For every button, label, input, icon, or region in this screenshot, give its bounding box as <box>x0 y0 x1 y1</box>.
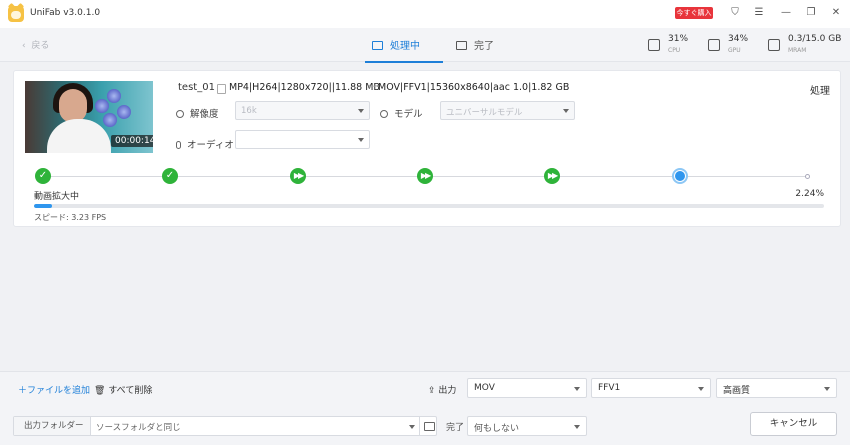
codec-value: FFV1 <box>598 383 621 393</box>
gpu-icon <box>708 39 720 51</box>
cancel-button[interactable]: キャンセル <box>750 412 837 436</box>
app-title: UniFab v3.0.1.0 <box>30 8 101 18</box>
microphone-icon <box>176 141 181 149</box>
active-tab-indicator <box>365 61 443 63</box>
output-label-text: 出力 <box>438 386 457 396</box>
video-thumbnail[interactable]: 00:00:14 <box>25 81 153 153</box>
shirt-icon[interactable]: ⛉ <box>728 6 742 20</box>
tab-completed-label: 完了 <box>474 41 494 52</box>
app-logo-icon <box>8 6 24 22</box>
step-fast-forward-icon: ▶▶ <box>290 168 306 184</box>
gpu-value: 34% <box>728 34 749 44</box>
format-value: MOV <box>474 383 495 393</box>
chevron-down-icon <box>574 387 580 391</box>
target-info: MOV|FFV1|15360x8640|aac 1.0|1.82 GB <box>378 82 570 93</box>
model-select[interactable]: ユニバーサルモデル <box>440 101 575 120</box>
quality-value: 高画質 <box>723 386 751 396</box>
step-end-icon <box>805 174 810 179</box>
after-done-select[interactable]: 何もしない <box>467 416 587 436</box>
file-name: test_01 <box>178 82 215 93</box>
buy-now-button[interactable]: 今すぐ購入 <box>675 7 713 19</box>
process-label: 処理 <box>810 86 830 97</box>
output-folder-label: 出力フォルダー <box>14 417 91 435</box>
cpu-icon <box>648 39 660 51</box>
resolution-select[interactable]: 16k <box>235 101 370 120</box>
step-current-icon <box>672 168 688 184</box>
trash-icon: 🗑 <box>94 386 106 396</box>
after-done-label: 完了 <box>446 423 465 433</box>
resolution-label-text: 解像度 <box>190 109 219 120</box>
cpu-label: CPU <box>668 47 681 54</box>
model-label-text: モデル <box>394 109 423 120</box>
chevron-down-icon <box>698 387 704 391</box>
cpu-value: 31% <box>668 34 689 44</box>
chevron-down-icon <box>824 387 830 391</box>
chevron-down-icon <box>574 425 580 429</box>
export-icon: ⇪ <box>428 386 436 396</box>
folder-icon[interactable] <box>419 417 437 435</box>
format-select[interactable]: MOV <box>467 378 587 398</box>
memory-icon <box>768 39 780 51</box>
codec-select[interactable]: FFV1 <box>591 378 711 398</box>
restore-icon[interactable]: ❐ <box>804 6 818 20</box>
menu-icon[interactable]: ☰ <box>752 6 766 20</box>
step-fast-forward-icon: ▶▶ <box>417 168 433 184</box>
back-label: 戻る <box>31 41 50 51</box>
tab-completed[interactable]: 完了 <box>456 37 494 52</box>
output-folder-value: ソースフォルダと同じ <box>96 423 181 433</box>
source-info: MP4|H264|1280x720||11.88 MB <box>229 82 380 93</box>
resolution-icon <box>176 110 184 118</box>
after-done-value: 何もしない <box>474 424 520 434</box>
tab-processing-label: 処理中 <box>390 41 420 52</box>
nav-bar: ‹ 戻る 処理中 完了 31% CPU 34% GPU 0.3/15.0 GB … <box>0 28 850 63</box>
chevron-down-icon[interactable] <box>409 425 415 429</box>
resolution-label: 解像度 <box>176 106 219 120</box>
step-check-icon: ✓ <box>35 168 51 184</box>
thumbnail-timecode: 00:00:14 <box>111 135 153 147</box>
chevron-down-icon <box>563 109 569 113</box>
chevron-down-icon <box>358 138 364 142</box>
file-icon <box>217 84 226 94</box>
model-label: モデル <box>380 106 423 120</box>
tab-processing[interactable]: 処理中 <box>372 37 420 52</box>
progress-bar <box>34 204 824 208</box>
output-folder-field[interactable]: 出力フォルダー ソースフォルダと同じ <box>13 416 437 436</box>
processing-icon <box>372 41 383 50</box>
output-label: ⇪ 出力 <box>428 383 456 396</box>
add-file-button[interactable]: ＋ファイルを追加 <box>18 383 90 396</box>
model-icon <box>380 110 388 118</box>
task-card: 00:00:14 test_01 MP4|H264|1280x720||11.8… <box>13 70 841 227</box>
title-bar: UniFab v3.0.1.0 今すぐ購入 ⛉ ☰ — ❐ ✕ <box>0 0 850 28</box>
memory-label: MRAM <box>788 47 807 54</box>
bottom-bar: ＋ファイルを追加 🗑 すべて削除 ⇪ 出力 MOV FFV1 高画質 出力フォル… <box>0 371 850 445</box>
resolution-value: 16k <box>241 106 257 116</box>
speed-label: スピード: 3.23 FPS <box>34 213 107 222</box>
step-fast-forward-icon: ▶▶ <box>544 168 560 184</box>
chevron-down-icon <box>358 109 364 113</box>
memory-value: 0.3/15.0 GB <box>788 34 842 44</box>
back-button[interactable]: ‹ 戻る <box>22 38 49 51</box>
audio-select[interactable] <box>235 130 370 149</box>
model-value: ユニバーサルモデル <box>446 108 523 118</box>
step-check-icon: ✓ <box>162 168 178 184</box>
close-icon[interactable]: ✕ <box>829 6 843 20</box>
delete-all-button[interactable]: 🗑 すべて削除 <box>94 383 152 396</box>
minimize-icon[interactable]: — <box>779 6 793 20</box>
progress-percent: 2.24% <box>795 189 824 199</box>
audio-label: オーディオ <box>176 137 234 151</box>
completed-icon <box>456 41 467 50</box>
gpu-label: GPU <box>728 47 741 54</box>
delete-all-label: すべて削除 <box>108 386 153 396</box>
progress-fill <box>34 204 52 208</box>
quality-select[interactable]: 高画質 <box>716 378 837 398</box>
stage-label: 動画拡大中 <box>34 192 80 202</box>
audio-label-text: オーディオ <box>187 140 234 151</box>
